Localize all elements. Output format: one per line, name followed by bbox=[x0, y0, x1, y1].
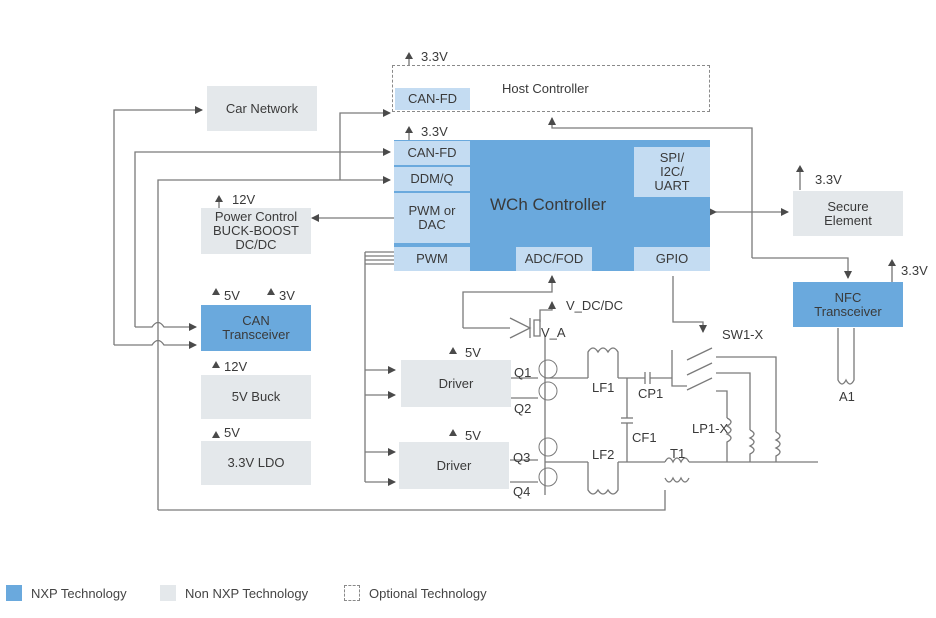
antenna-label: A1 bbox=[839, 389, 855, 404]
legend-swatch-nxp bbox=[6, 585, 22, 601]
label-q1: Q1 bbox=[514, 365, 532, 380]
port-spi-i2c-uart: SPI/ I2C/ UART bbox=[634, 147, 710, 197]
power-control-block: Power Control BUCK-BOOST DC/DC bbox=[201, 208, 311, 254]
wch-controller-title: WCh Controller bbox=[490, 195, 607, 214]
label-q2: Q2 bbox=[514, 401, 532, 416]
legend-non-nxp: Non NXP Technology bbox=[160, 585, 308, 601]
driver-1-supply: 5V bbox=[465, 345, 481, 360]
buck-5v-block: 5V Buck bbox=[201, 375, 311, 419]
buck-supply: 12V bbox=[224, 359, 248, 374]
label-t1: T1 bbox=[670, 446, 686, 461]
legend-label: Non NXP Technology bbox=[185, 585, 309, 601]
legend-swatch-non-nxp bbox=[160, 585, 176, 601]
label-lf2: LF2 bbox=[592, 447, 615, 462]
wire-can-tx-1 bbox=[135, 321, 197, 331]
port-pwm: PWM bbox=[394, 247, 470, 271]
label-sw1: SW1-X bbox=[722, 327, 764, 342]
can-supply-5v: 5V bbox=[224, 288, 240, 303]
label-lp1: LP1-X bbox=[692, 421, 729, 436]
label-lf1: LF1 bbox=[592, 380, 615, 395]
legend-label: NXP Technology bbox=[31, 585, 127, 601]
label-cp1: CP1 bbox=[638, 386, 664, 401]
legend-optional: Optional Technology bbox=[344, 585, 487, 601]
car-network-block: Car Network bbox=[207, 86, 317, 131]
can-transceiver-block: CAN Transceiver bbox=[201, 305, 311, 351]
label-q3: Q3 bbox=[513, 450, 531, 465]
wch-supply-label: 3.3V bbox=[421, 124, 448, 139]
wire-nfc bbox=[752, 257, 852, 279]
port-adc-fod: ADC/FOD bbox=[516, 247, 592, 271]
host-supply-label: 3.3V bbox=[421, 49, 448, 64]
secure-element-block: Secure Element bbox=[793, 191, 903, 236]
label-q4: Q4 bbox=[513, 484, 531, 499]
wire-can-tx-2 bbox=[114, 339, 197, 349]
port-gpio: GPIO bbox=[634, 247, 710, 271]
host-can-fd-port: CAN-FD bbox=[395, 88, 470, 110]
driver-1-block: Driver bbox=[401, 360, 511, 407]
legend-swatch-optional bbox=[344, 585, 360, 601]
port-ddm-q: DDM/Q bbox=[394, 167, 470, 191]
ldo-33v-block: 3.3V LDO bbox=[201, 441, 311, 485]
nfc-transceiver-block: NFC Transceiver bbox=[793, 282, 903, 327]
wire-bottom bbox=[158, 490, 666, 511]
nfc-supply: 3.3V bbox=[901, 263, 928, 278]
ldo-supply: 5V bbox=[224, 425, 240, 440]
port-can-fd: CAN-FD bbox=[394, 141, 470, 165]
can-supply-3v: 3V bbox=[279, 288, 295, 303]
legend-label: Optional Technology bbox=[369, 585, 487, 601]
power-control-supply: 12V bbox=[232, 192, 256, 207]
legend-nxp: NXP Technology bbox=[6, 585, 127, 601]
port-pwm-dac: PWM or DAC bbox=[394, 193, 470, 243]
driver-2-block: Driver bbox=[399, 442, 509, 489]
host-controller-title: Host Controller bbox=[502, 81, 589, 96]
label-cf1: CF1 bbox=[632, 430, 657, 445]
label-v-a: V_A bbox=[541, 325, 566, 340]
wire-host-canfd bbox=[339, 109, 391, 180]
label-v-dcdc: V_DC/DC bbox=[566, 298, 624, 313]
driver-2-supply: 5V bbox=[465, 428, 481, 443]
secure-element-supply: 3.3V bbox=[815, 172, 842, 187]
